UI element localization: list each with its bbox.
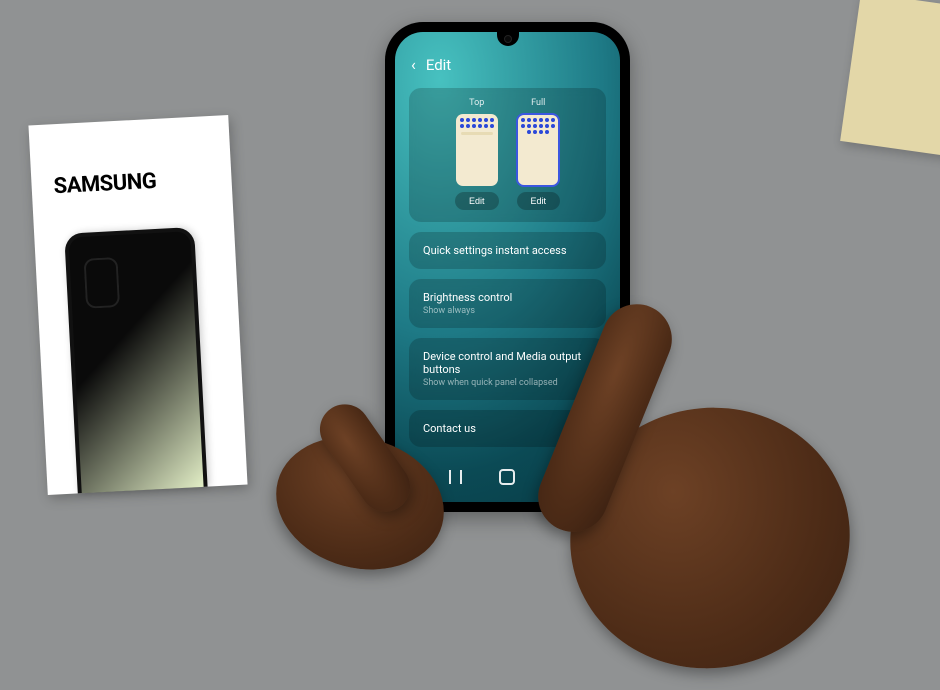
back-icon[interactable]: ‹ (411, 57, 416, 73)
edit-full-button[interactable]: Edit (517, 192, 561, 210)
front-camera (504, 35, 512, 43)
box-phone-render (64, 227, 207, 493)
row-device-media-title: Device control and Media output buttons (423, 350, 592, 376)
layout-label-top: Top (469, 98, 484, 108)
layout-option-full[interactable]: Full Edit (517, 98, 561, 210)
row-device-media[interactable]: Device control and Media output buttons … (409, 338, 606, 400)
row-quick-settings[interactable]: Quick settings instant access (409, 232, 606, 269)
layout-preview-top (456, 114, 498, 186)
layout-selector-card: Top Edit Full Edit (409, 88, 606, 222)
row-quick-settings-title: Quick settings instant access (423, 244, 592, 257)
nav-home-icon[interactable] (499, 469, 515, 485)
brand-logo: SAMSUNG (53, 166, 216, 199)
page-title: Edit (426, 56, 451, 74)
header: ‹ Edit (409, 56, 606, 74)
row-brightness[interactable]: Brightness control Show always (409, 279, 606, 328)
corner-prop (840, 0, 940, 158)
row-brightness-subtitle: Show always (423, 306, 592, 316)
nav-recents-icon[interactable] (447, 469, 463, 485)
layout-preview-full (517, 114, 559, 186)
layout-option-top[interactable]: Top Edit (455, 98, 499, 210)
row-device-media-subtitle: Show when quick panel collapsed (423, 378, 592, 388)
layout-label-full: Full (531, 98, 545, 108)
row-brightness-title: Brightness control (423, 291, 592, 304)
product-box: SAMSUNG (28, 115, 247, 495)
edit-top-button[interactable]: Edit (455, 192, 499, 210)
